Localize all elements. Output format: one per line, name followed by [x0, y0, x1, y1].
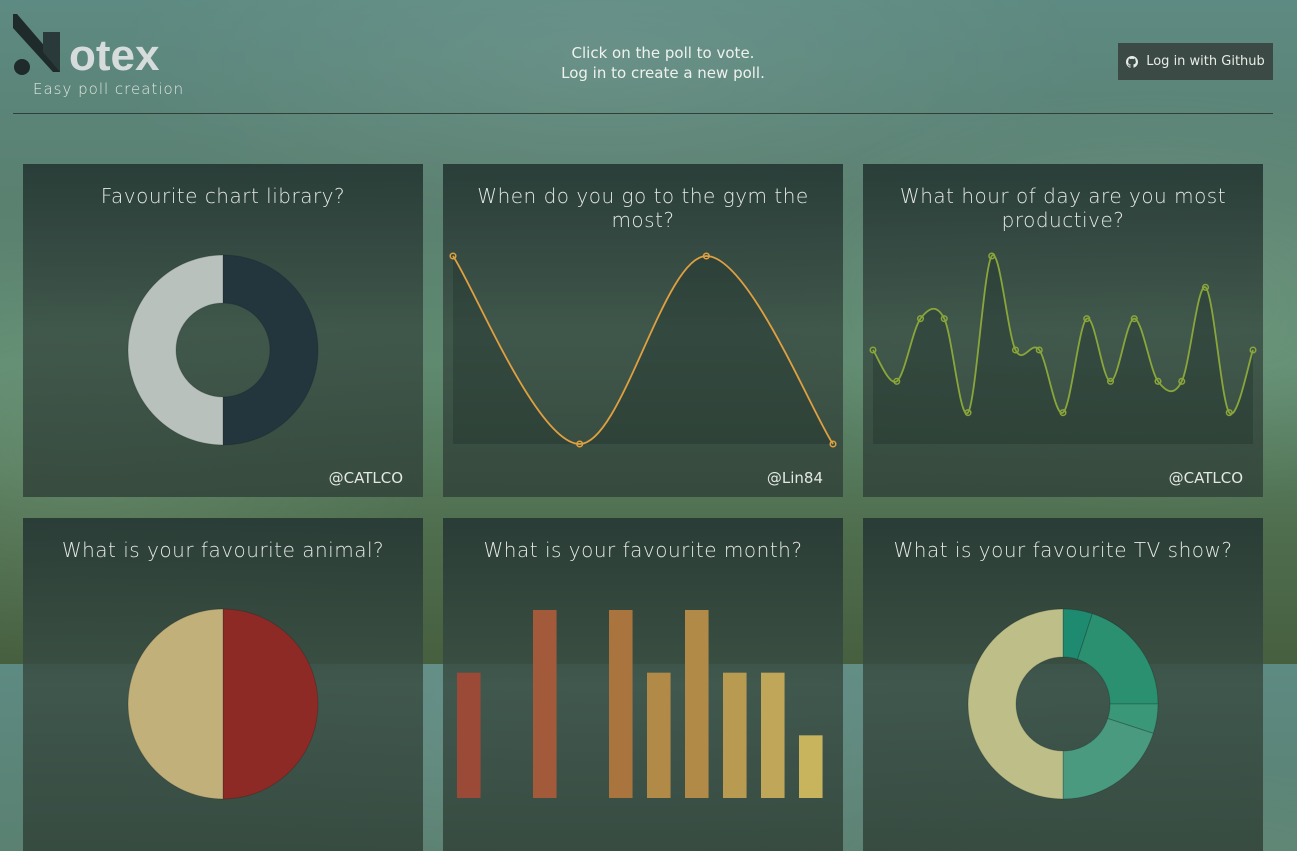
pie-slice[interactable] [127, 254, 224, 446]
instruction-message: Click on the poll to vote. Log in to cre… [463, 43, 863, 83]
poll-card[interactable]: What is your favourite month? [443, 518, 843, 851]
logo-text: otex [69, 31, 160, 80]
pie-slice[interactable] [222, 608, 319, 800]
poll-author[interactable]: @CATLCO [1169, 469, 1243, 487]
instruction-line-vote: Click on the poll to vote. [571, 44, 755, 62]
login-label: Log in with Github [1146, 54, 1265, 69]
login-github-button[interactable]: Log in with Github [1118, 43, 1273, 80]
poll-chart[interactable] [443, 164, 843, 497]
pie-slice[interactable] [1062, 717, 1154, 800]
poll-chart[interactable] [23, 518, 423, 851]
logo-mark: otex [13, 14, 160, 80]
poll-card[interactable]: What is your favourite TV show? [863, 518, 1263, 851]
poll-author[interactable]: @Lin84 [767, 469, 823, 487]
bar[interactable] [457, 672, 481, 798]
tagline: Easy poll creation [33, 80, 185, 98]
bar[interactable] [647, 672, 671, 798]
poll-chart[interactable] [863, 164, 1263, 497]
poll-card[interactable]: What hour of day are you most productive… [863, 164, 1263, 497]
poll-author[interactable]: @CATLCO [329, 469, 403, 487]
pie-slice[interactable] [222, 254, 319, 446]
github-icon [1126, 55, 1139, 68]
bar[interactable] [609, 610, 633, 798]
instruction-line-create: Log in to create a new poll. [561, 64, 765, 82]
poll-card[interactable]: What is your favourite animal? [23, 518, 423, 851]
pie-slice[interactable] [127, 608, 224, 800]
bar[interactable] [685, 610, 709, 798]
poll-chart[interactable] [863, 518, 1263, 851]
poll-chart[interactable] [23, 164, 423, 497]
poll-card[interactable]: When do you go to the gym the most? @Lin… [443, 164, 843, 497]
bar[interactable] [533, 610, 557, 798]
bar[interactable] [723, 672, 747, 798]
poll-chart[interactable] [443, 518, 843, 851]
pie-slice[interactable] [1076, 613, 1159, 705]
bar[interactable] [761, 672, 785, 798]
poll-card[interactable]: Favourite chart library? @CATLCO [23, 164, 423, 497]
bar[interactable] [799, 735, 823, 798]
header: otex Easy poll creation Click on the pol… [13, 0, 1273, 114]
pie-slice[interactable] [967, 608, 1064, 800]
